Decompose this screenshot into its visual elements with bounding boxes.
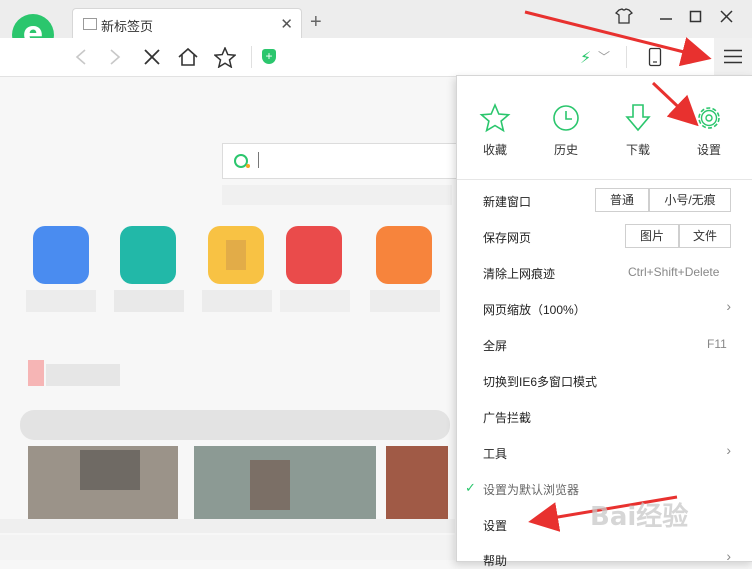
menu-history-button[interactable]: 历史 xyxy=(538,102,594,158)
menu-settings-button[interactable]: 设置 xyxy=(681,102,737,158)
home-icon[interactable] xyxy=(177,47,199,67)
menu-item-save-page: 保存网页 xyxy=(483,231,532,245)
search-logo-icon xyxy=(234,154,250,168)
blurred-tabs xyxy=(20,410,450,440)
menu-item-ie6-mode[interactable]: 切换到IE6多窗口模式 xyxy=(483,373,597,390)
menu-divider xyxy=(457,179,752,180)
chevron-right-icon: › xyxy=(726,442,731,458)
menu-item-clear-traces[interactable]: 清除上网痕迹 xyxy=(483,265,555,282)
history-label: 历史 xyxy=(553,143,578,157)
phone-icon[interactable] xyxy=(648,47,662,67)
menu-item-zoom[interactable]: 网页缩放（100%） xyxy=(483,301,586,318)
main-menu: 收藏 历史 下载 设置 新建窗口 普通 小号/无痕 保存网页 图片 文件 清除上… xyxy=(456,75,752,568)
menu-button[interactable] xyxy=(714,38,752,75)
fullscreen-shortcut: F11 xyxy=(707,337,727,351)
tile-label xyxy=(280,290,350,312)
shield-icon[interactable]: + xyxy=(262,49,276,64)
menu-item-settings[interactable]: 设置 xyxy=(483,517,507,534)
tile-label xyxy=(370,290,440,312)
menu-item-new-window: 新建窗口 xyxy=(483,195,532,209)
tab-new-tab[interactable]: 新标签页 ✕ xyxy=(72,8,302,39)
watermark: Bai经验 xyxy=(590,502,689,532)
text-cursor xyxy=(258,152,259,168)
page-icon xyxy=(83,18,97,30)
blurred-heading xyxy=(46,364,120,386)
speed-dial-tile[interactable] xyxy=(33,226,89,284)
title-bar: 新标签页 ✕ + xyxy=(0,0,752,39)
tab-title: 新标签页 xyxy=(101,19,154,34)
back-icon[interactable] xyxy=(74,48,88,66)
minimize-icon[interactable] xyxy=(659,8,673,24)
tab-close-icon[interactable]: ✕ xyxy=(280,15,293,33)
menu-downloads-button[interactable]: 下载 xyxy=(610,102,666,158)
menu-item-fullscreen[interactable]: 全屏 xyxy=(483,337,507,354)
new-window-normal-button[interactable]: 普通 xyxy=(595,188,649,212)
new-window-private-button[interactable]: 小号/无痕 xyxy=(649,188,731,212)
maximize-icon[interactable] xyxy=(689,8,703,24)
download-icon xyxy=(625,104,651,132)
section-marker xyxy=(28,360,44,386)
speed-dial-tile[interactable] xyxy=(286,226,342,284)
menu-item-adblock[interactable]: 广告拦截 xyxy=(483,409,531,426)
tile-label xyxy=(26,290,96,312)
check-icon: ✓ xyxy=(465,480,476,495)
clock-icon xyxy=(553,105,579,131)
chevron-right-icon: › xyxy=(726,298,731,314)
stop-icon[interactable] xyxy=(144,49,160,65)
window-close-icon[interactable] xyxy=(720,8,734,24)
menu-favorites-button[interactable]: 收藏 xyxy=(467,102,523,158)
chevron-down-icon[interactable]: ﹀ xyxy=(598,48,610,65)
search-input[interactable] xyxy=(222,143,464,179)
speed-dial-tile[interactable] xyxy=(376,226,432,284)
toolbar-divider xyxy=(626,46,627,68)
tshirt-icon[interactable] xyxy=(615,8,633,24)
star-icon xyxy=(479,102,511,133)
hamburger-icon xyxy=(724,49,742,64)
menu-item-help[interactable]: 帮助 xyxy=(483,552,507,569)
tile-label xyxy=(114,290,184,312)
tile-label xyxy=(202,290,272,312)
speed-dial-tile[interactable] xyxy=(120,226,176,284)
gear-icon xyxy=(698,107,720,129)
news-image[interactable] xyxy=(386,446,448,522)
clear-traces-shortcut: Ctrl+Shift+Delete xyxy=(628,265,720,279)
menu-item-default-browser[interactable]: 设置为默认浏览器 xyxy=(483,481,579,498)
menu-item-tools[interactable]: 工具 xyxy=(483,445,507,462)
refresh-icon[interactable] xyxy=(680,48,698,66)
lightning-icon[interactable]: ⚡ xyxy=(580,48,591,68)
horizontal-scrollbar[interactable] xyxy=(0,519,455,533)
chevron-right-icon: › xyxy=(726,548,731,564)
new-tab-plus-icon[interactable]: + xyxy=(310,11,322,34)
blurred-links xyxy=(222,185,452,205)
star-icon[interactable] xyxy=(214,47,236,68)
save-as-file-button[interactable]: 文件 xyxy=(679,224,731,248)
forward-icon[interactable] xyxy=(108,48,122,66)
downloads-label: 下载 xyxy=(625,143,650,157)
favorites-label: 收藏 xyxy=(482,143,507,157)
save-as-image-button[interactable]: 图片 xyxy=(625,224,679,248)
toolbar-divider xyxy=(251,46,252,68)
settings-label: 设置 xyxy=(696,143,721,157)
toolbar: + ⚡ ﹀ xyxy=(0,38,752,77)
